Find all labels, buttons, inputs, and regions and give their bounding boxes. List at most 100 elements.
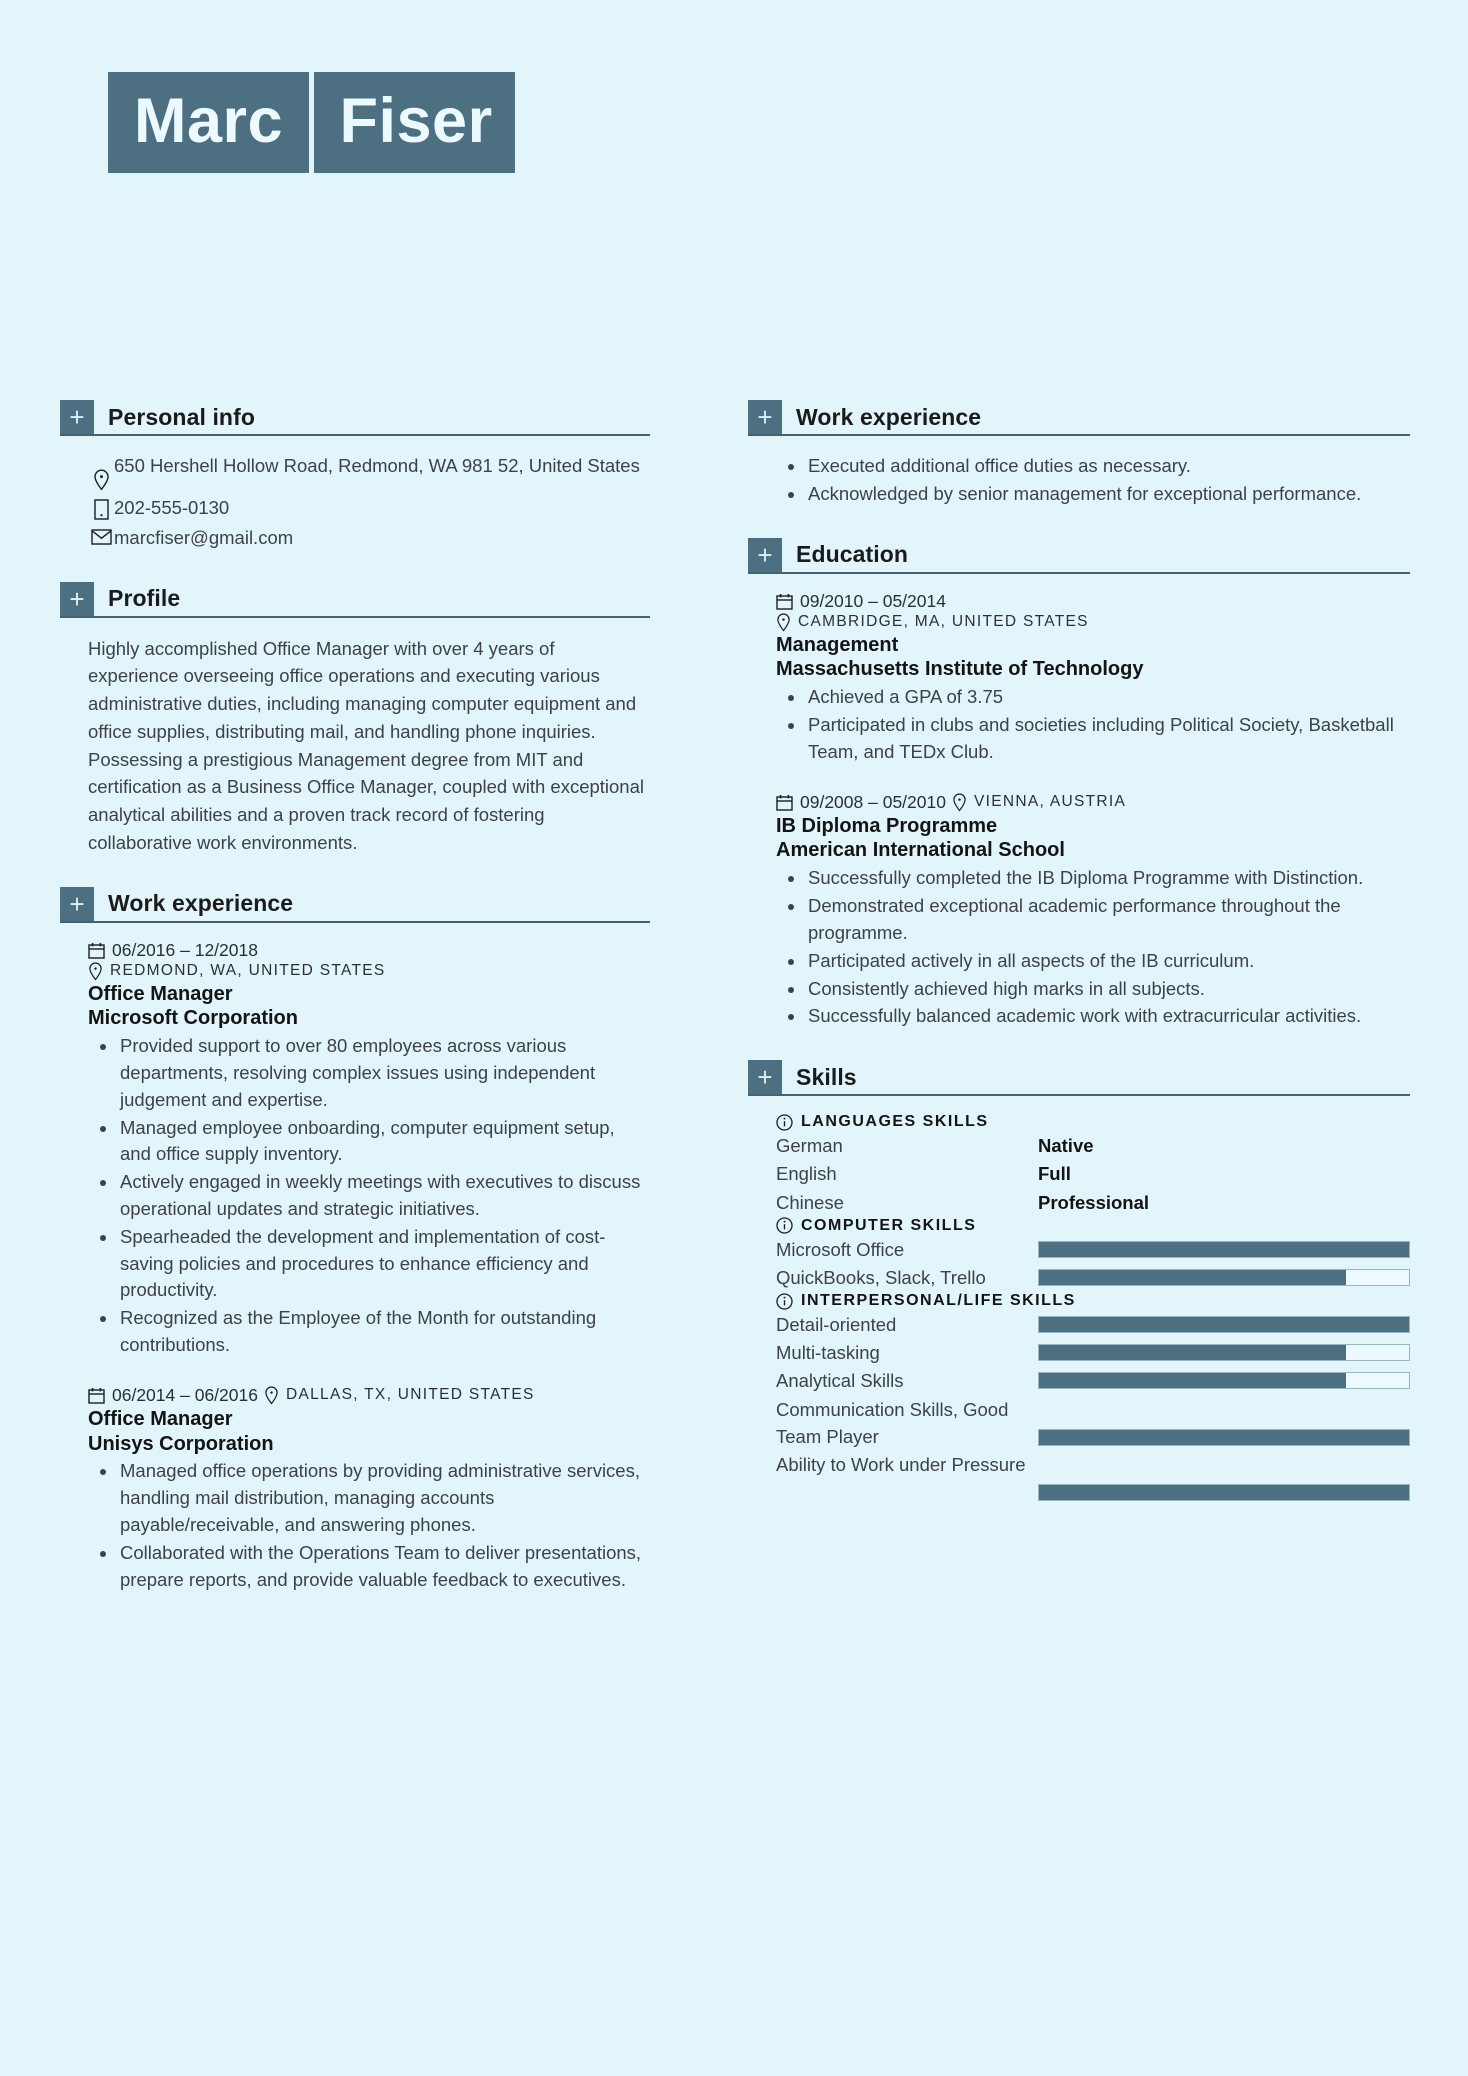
skill-bar-fill [1039, 1317, 1409, 1333]
entry-school: Massachusetts Institute of Technology [776, 658, 1144, 681]
skill-bar-fill [1039, 1345, 1347, 1361]
skill-label: Multi-tasking [776, 1342, 880, 1364]
skill-label: English [776, 1163, 837, 1185]
plus-icon[interactable]: + [60, 400, 94, 434]
email-text[interactable]: marcfiser@gmail.com [114, 525, 293, 551]
plus-icon[interactable]: + [748, 1060, 782, 1095]
resume-page: Marc Fiser + Personal info 650 Hershell … [0, 0, 1468, 2076]
skill-bar [1038, 1240, 1410, 1258]
phone-text: 202-555-0130 [114, 497, 230, 518]
skill-bar-cell [1038, 1367, 1410, 1394]
entry-dates-wrap: 06/2016 – 12/2018 [88, 940, 258, 961]
education-entry: 09/2008 – 05/2010 VIENNA, AUSTRIA IB Dip… [748, 792, 1410, 1030]
skill-bar-fill [1039, 1269, 1347, 1285]
plus-icon[interactable]: + [748, 537, 782, 572]
entry-dates: 09/2010 – 05/2014 [800, 590, 946, 611]
address-text: 650 Hershell Hollow Road, Redmond, WA 98… [114, 455, 640, 476]
entry-meta-location-line: REDMOND, WA, UNITED STATES [88, 961, 650, 981]
entry-bullets: Executed additional office duties as nec… [776, 453, 1410, 508]
skill-label: Analytical Skills [776, 1370, 904, 1392]
work-entry-continued: Executed additional office duties as nec… [748, 453, 1410, 508]
entry-meta-line: 06/2014 – 06/2016 DALLAS, TX, UNITED STA… [88, 1385, 650, 1406]
entry-bullets: Provided support to over 80 employees ac… [88, 1033, 650, 1359]
skill-group-header-computer: COMPUTER SKILLS [776, 1217, 1410, 1235]
skill-bar-cell [1038, 1451, 1410, 1505]
calendar-icon [88, 942, 105, 959]
last-name: Fiser [313, 72, 515, 173]
skill-label: Ability to Work under Pressure [776, 1454, 1026, 1475]
skill-bar [1038, 1372, 1410, 1390]
entry-dates-wrap: 09/2008 – 05/2010 [776, 792, 946, 813]
skill-group-label: COMPUTER SKILLS [801, 1216, 977, 1234]
work-entry: 06/2014 – 06/2016 DALLAS, TX, UNITED STA… [60, 1385, 650, 1594]
entry-dates: 06/2014 – 06/2016 [112, 1384, 258, 1405]
plus-icon[interactable]: + [748, 400, 782, 434]
skill-bar-fill [1039, 1429, 1409, 1445]
entry-location-wrap: VIENNA, AUSTRIA [952, 793, 1126, 812]
contact-email-row: marcfiser@gmail.com [88, 525, 650, 551]
location-pin-icon [952, 793, 967, 812]
section-header: + Personal info [60, 400, 650, 436]
section-work-experience-continued: + Work experience Executed additional of… [748, 400, 1410, 508]
education-entry: 09/2010 – 05/2014 CAMBRIDGE, MA, UNITED … [748, 591, 1410, 766]
skill-label: German [776, 1135, 843, 1157]
entry-location: VIENNA, AUSTRIA [973, 793, 1127, 811]
bullet-item: Successfully balanced academic work with… [776, 1003, 1410, 1030]
section-title: Profile [108, 585, 181, 612]
skill-bar [1038, 1316, 1410, 1334]
entry-meta-date-line: 06/2016 – 12/2018 [88, 940, 650, 961]
section-header: + Work experience [748, 400, 1410, 436]
entry-meta-location-line: CAMBRIDGE, MA, UNITED STATES [776, 613, 1410, 632]
skill-level: Professional [1038, 1191, 1150, 1213]
skill-bar-fill [1039, 1241, 1409, 1257]
entry-bullets: Managed office operations by providing a… [88, 1458, 650, 1593]
resume-columns: + Personal info 650 Hershell Hollow Road… [0, 400, 1468, 1624]
bullet-item: Participated actively in all aspects of … [776, 948, 1410, 975]
section-education: + Education 09/2010 – 05/2014 CAMBRIDGE,… [748, 537, 1410, 1031]
skill-bar-fill [1039, 1485, 1409, 1500]
skill-row: Multi-tasking [776, 1339, 1410, 1366]
info-icon [776, 1113, 793, 1131]
entry-company: Microsoft Corporation [88, 1007, 298, 1030]
bullet-item: Managed employee onboarding, computer eq… [88, 1115, 650, 1169]
info-icon [776, 1217, 793, 1234]
plus-icon[interactable]: + [60, 886, 94, 921]
section-header: + Education [748, 537, 1410, 574]
section-title: Work experience [796, 403, 982, 430]
work-entry: 06/2016 – 12/2018 REDMOND, WA, UNITED ST… [60, 940, 650, 1359]
skill-label: QuickBooks, Slack, Trello [776, 1266, 986, 1288]
contact-address-row: 650 Hershell Hollow Road, Redmond, WA 98… [88, 453, 650, 491]
skill-level: Native [1038, 1135, 1094, 1157]
location-pin-icon [264, 1386, 279, 1405]
bullet-item: Collaborated with the Operations Team to… [88, 1540, 650, 1594]
skill-row: Chinese Professional [776, 1189, 1410, 1216]
skill-row: German Native [776, 1132, 1410, 1159]
entry-location-wrap: REDMOND, WA, UNITED STATES [88, 961, 386, 981]
section-header: + Work experience [60, 886, 650, 923]
entry-bullets: Successfully completed the IB Diploma Pr… [776, 865, 1410, 1030]
skill-row: Detail-oriented [776, 1311, 1410, 1338]
skills-content: LANGUAGES SKILLS German Native English F… [748, 1113, 1410, 1505]
info-icon [776, 1292, 793, 1310]
skill-row: QuickBooks, Slack, Trello [776, 1264, 1410, 1291]
skill-label: Microsoft Office [776, 1238, 905, 1260]
entry-location: DALLAS, TX, UNITED STATES [285, 1386, 535, 1404]
bullet-item: Successfully completed the IB Diploma Pr… [776, 865, 1410, 892]
bullet-item: Recognized as the Employee of the Month … [88, 1305, 650, 1359]
bullet-item: Executed additional office duties as nec… [776, 453, 1410, 480]
entry-degree: IB Diploma Programme [776, 814, 998, 837]
entry-meta-date-line: 09/2010 – 05/2014 [776, 591, 1410, 612]
section-title: Education [796, 541, 909, 568]
skill-bar [1038, 1484, 1410, 1501]
entry-location-wrap: DALLAS, TX, UNITED STATES [264, 1386, 535, 1405]
skill-row: Ability to Work under Pressure [776, 1451, 1410, 1505]
bullet-item: Participated in clubs and societies incl… [776, 712, 1410, 766]
skill-bar-cell [1038, 1396, 1410, 1450]
entry-dates-wrap: 06/2014 – 06/2016 [88, 1385, 258, 1406]
bullet-item: Actively engaged in weekly meetings with… [88, 1169, 650, 1223]
plus-icon[interactable]: + [60, 581, 94, 616]
bullet-item: Managed office operations by providing a… [88, 1458, 650, 1538]
skill-row: Microsoft Office [776, 1236, 1410, 1263]
skill-bar-cell [1038, 1339, 1410, 1366]
section-personal-info: + Personal info 650 Hershell Hollow Road… [60, 400, 650, 552]
